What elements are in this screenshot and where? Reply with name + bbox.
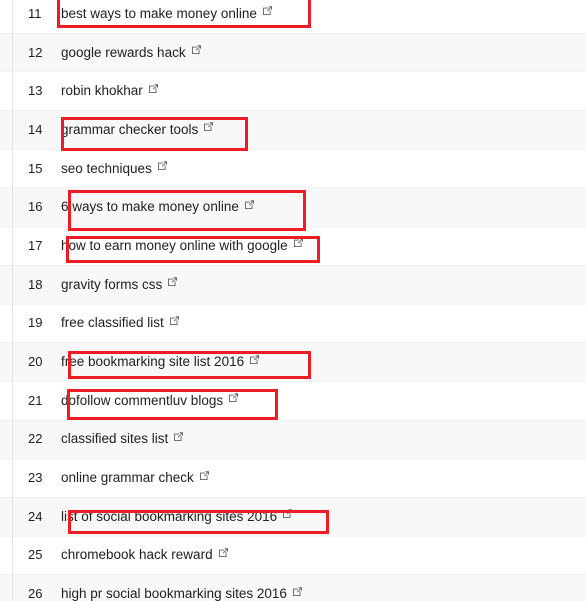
open-in-new-icon[interactable] xyxy=(244,199,255,210)
table-row[interactable]: 18 gravity forms css xyxy=(0,265,586,305)
row-index: 13 xyxy=(28,83,43,99)
table-row[interactable]: 15 seo techniques xyxy=(0,149,586,189)
query-text: chromebook hack reward xyxy=(61,547,213,563)
row-index: 18 xyxy=(28,276,43,292)
query-text: 6 ways to make money online xyxy=(61,199,239,215)
table-row[interactable]: 16 6 ways to make money online xyxy=(0,188,586,228)
open-in-new-icon[interactable] xyxy=(191,44,202,55)
open-in-new-icon[interactable] xyxy=(292,586,303,597)
open-in-new-icon[interactable] xyxy=(157,160,168,171)
query-text: classified sites list xyxy=(61,431,169,447)
table-row[interactable]: 13 robin khokhar xyxy=(0,72,586,112)
open-in-new-icon[interactable] xyxy=(167,276,178,287)
row-index: 19 xyxy=(28,315,43,331)
query-text: best ways to make money online xyxy=(61,5,257,21)
table-row[interactable]: 14 grammar checker tools xyxy=(0,111,586,150)
query-text: grammar checker tools xyxy=(61,121,199,137)
row-index: 26 xyxy=(28,586,43,601)
query-text: dofollow commentluv blogs xyxy=(61,392,224,408)
query-cell[interactable]: gravity forms css xyxy=(61,276,586,294)
table-row[interactable]: 21 dofollow commentluv blogs xyxy=(0,381,586,421)
open-in-new-icon[interactable] xyxy=(228,392,239,403)
query-cell[interactable]: free classified list xyxy=(61,314,586,332)
open-in-new-icon[interactable] xyxy=(249,354,260,365)
open-in-new-icon[interactable] xyxy=(218,547,229,558)
query-text: gravity forms css xyxy=(61,276,163,292)
query-cell[interactable]: chromebook hack reward xyxy=(61,546,586,564)
query-cell[interactable]: high pr social bookmarking sites 2016 xyxy=(61,585,586,601)
query-cell[interactable]: best ways to make money online xyxy=(61,5,586,23)
query-text: online grammar check xyxy=(61,470,194,486)
query-text: how to earn money online with google xyxy=(61,237,288,253)
row-index: 17 xyxy=(28,237,43,253)
table-row[interactable]: 26 high pr social bookmarking sites 2016 xyxy=(0,575,586,601)
open-in-new-icon[interactable] xyxy=(282,508,293,519)
row-index: 25 xyxy=(28,547,43,563)
table-row[interactable]: 24 list of social bookmarking sites 2016 xyxy=(0,497,586,537)
row-index: 14 xyxy=(28,121,43,137)
open-in-new-icon[interactable] xyxy=(148,83,159,94)
query-text: free bookmarking site list 2016 xyxy=(61,354,245,370)
table-row[interactable]: 20 free bookmarking site list 2016 xyxy=(0,343,586,382)
query-cell[interactable]: seo techniques xyxy=(61,160,586,178)
open-in-new-icon[interactable] xyxy=(203,121,214,132)
query-cell[interactable]: dofollow commentluv blogs xyxy=(61,392,586,410)
row-index: 24 xyxy=(28,508,43,524)
table-row[interactable]: 19 free classified list xyxy=(0,304,586,344)
table-row[interactable]: 23 online grammar check xyxy=(0,459,586,498)
row-index: 11 xyxy=(28,5,42,21)
query-cell[interactable]: 6 ways to make money online xyxy=(61,198,586,216)
query-text: high pr social bookmarking sites 2016 xyxy=(61,586,287,601)
table-row[interactable]: 22 classified sites list xyxy=(0,420,586,460)
query-table: 11 best ways to make money online 12 google… xyxy=(0,0,586,601)
open-in-new-icon[interactable] xyxy=(173,431,184,442)
open-in-new-icon[interactable] xyxy=(293,237,304,248)
table-row[interactable]: 11 best ways to make money online xyxy=(0,0,586,34)
query-cell[interactable]: list of social bookmarking sites 2016 xyxy=(61,508,586,526)
query-cell[interactable]: how to earn money online with google xyxy=(61,237,586,255)
query-cell[interactable]: robin khokhar xyxy=(61,82,586,100)
query-cell[interactable]: classified sites list xyxy=(61,430,586,448)
query-cell[interactable]: google rewards hack xyxy=(61,44,586,62)
row-index: 21 xyxy=(28,392,43,408)
row-index: 23 xyxy=(28,470,43,486)
table-row[interactable]: 12 google rewards hack xyxy=(0,33,586,73)
row-index: 15 xyxy=(28,160,43,176)
query-text: google rewards hack xyxy=(61,44,186,60)
open-in-new-icon[interactable] xyxy=(262,5,273,16)
query-text: list of social bookmarking sites 2016 xyxy=(61,508,278,524)
row-index: 12 xyxy=(28,44,43,60)
table-row[interactable]: 17 how to earn money online with google xyxy=(0,227,586,266)
open-in-new-icon[interactable] xyxy=(199,470,210,481)
query-cell[interactable]: grammar checker tools xyxy=(61,121,586,139)
row-index: 20 xyxy=(28,354,43,370)
open-in-new-icon[interactable] xyxy=(169,315,180,326)
row-index: 22 xyxy=(28,431,43,447)
query-cell[interactable]: free bookmarking site list 2016 xyxy=(61,353,586,371)
table-left-rule xyxy=(12,0,13,601)
query-text: free classified list xyxy=(61,315,164,331)
row-index: 16 xyxy=(28,199,43,215)
query-text: seo techniques xyxy=(61,160,152,176)
query-cell[interactable]: online grammar check xyxy=(61,469,586,487)
table-row[interactable]: 25 chromebook hack reward xyxy=(0,536,586,576)
query-table-page: 11 best ways to make money online 12 google… xyxy=(0,0,586,601)
query-text: robin khokhar xyxy=(61,83,143,99)
